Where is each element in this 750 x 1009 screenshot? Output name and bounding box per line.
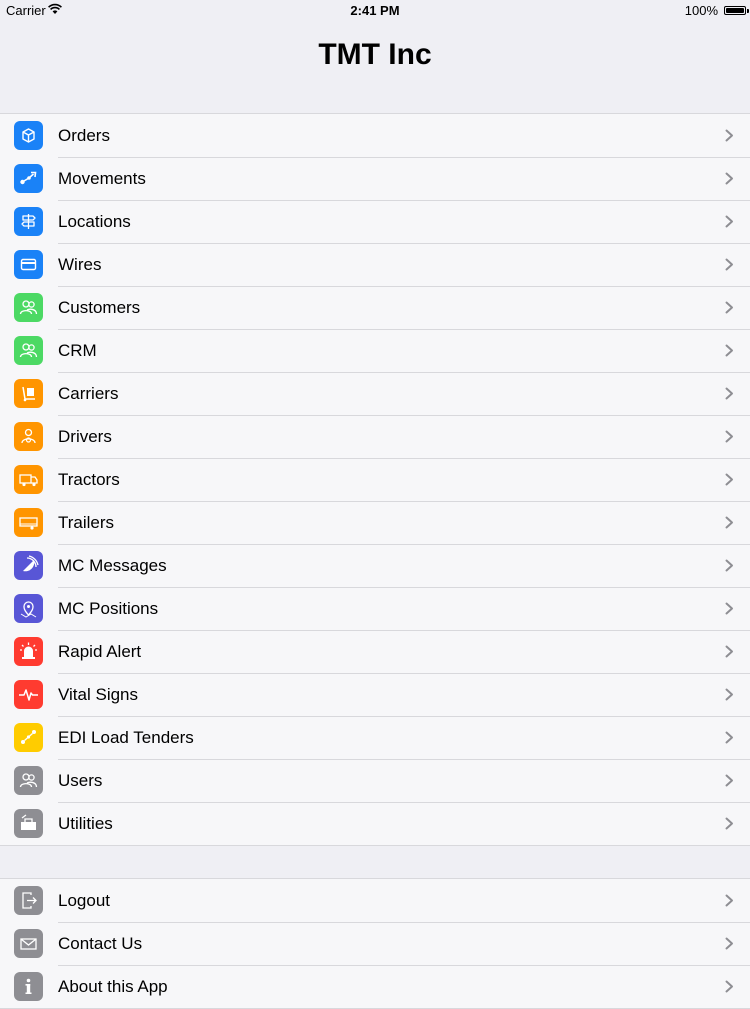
chevron-right-icon (725, 602, 733, 615)
page-title: TMT Inc (318, 38, 432, 71)
chevron-right-icon (725, 387, 733, 400)
chevron-right-icon (725, 301, 733, 314)
menu-row-label: Contact Us (58, 934, 143, 953)
signpost-icon (14, 207, 43, 236)
menu-row-contact-us[interactable]: Contact Us (0, 922, 750, 965)
battery-percent: 100% (684, 3, 718, 18)
battery-tip (747, 9, 749, 13)
menu-row-label: Trailers (58, 513, 115, 532)
chevron-right-icon (725, 980, 733, 993)
envelope-icon (14, 929, 43, 958)
truck-icon (14, 465, 43, 494)
menu-row-label: Logout (58, 891, 110, 910)
card-icon (14, 250, 43, 279)
menu-row-label: Wires (58, 255, 102, 274)
chevron-right-icon (725, 516, 733, 529)
menu-row-label: Tractors (58, 470, 120, 489)
chevron-right-icon (725, 688, 733, 701)
menu-row-label: Drivers (58, 427, 112, 446)
menu-row-about-this-app[interactable]: About this App (0, 965, 750, 1008)
menu-row-label: Carriers (58, 384, 119, 403)
driver-icon (14, 422, 43, 451)
menu-row-label: About this App (58, 977, 168, 996)
menu-row-mc-messages[interactable]: MC Messages (0, 544, 750, 587)
menu-row-edi-load-tenders[interactable]: EDI Load Tenders (0, 716, 750, 759)
chevron-right-icon (725, 129, 733, 142)
satellite-icon (14, 551, 43, 580)
menu-row-label: Customers (58, 298, 141, 317)
chevron-right-icon (725, 172, 733, 185)
chevron-right-icon (725, 559, 733, 572)
navigation-bar: TMT Inc (0, 22, 750, 92)
connect-icon (14, 723, 43, 752)
menu-row-label: Orders (58, 126, 110, 145)
dolly-icon (14, 379, 43, 408)
chevron-right-icon (725, 817, 733, 830)
menu-row-mc-positions[interactable]: MC Positions (0, 587, 750, 630)
pulse-icon (14, 680, 43, 709)
route-icon (14, 164, 43, 193)
menu-row-rapid-alert[interactable]: Rapid Alert (0, 630, 750, 673)
menu-row-crm[interactable]: CRM (0, 329, 750, 372)
menu-row-label: Utilities (58, 814, 113, 833)
toolbox-icon (14, 809, 43, 838)
alarm-icon (14, 637, 43, 666)
logout-icon (14, 886, 43, 915)
main-menu-list: Orders Movements Locations Wires Customers CR… (0, 113, 750, 846)
battery-icon (724, 6, 746, 15)
trailer-icon (14, 508, 43, 537)
people-icon (14, 766, 43, 795)
menu-row-carriers[interactable]: Carriers (0, 372, 750, 415)
menu-row-wires[interactable]: Wires (0, 243, 750, 286)
menu-row-drivers[interactable]: Drivers (0, 415, 750, 458)
menu-row-customers[interactable]: Customers (0, 286, 750, 329)
menu-row-movements[interactable]: Movements (0, 157, 750, 200)
chevron-right-icon (725, 774, 733, 787)
chevron-right-icon (725, 731, 733, 744)
people-icon (14, 293, 43, 322)
menu-row-label: Vital Signs (58, 685, 139, 704)
menu-row-vital-signs[interactable]: Vital Signs (0, 673, 750, 716)
menu-row-label: Locations (58, 212, 131, 231)
chevron-right-icon (725, 894, 733, 907)
chevron-right-icon (725, 430, 733, 443)
menu-row-users[interactable]: Users (0, 759, 750, 802)
menu-row-trailers[interactable]: Trailers (0, 501, 750, 544)
chevron-right-icon (725, 473, 733, 486)
menu-row-orders[interactable]: Orders (0, 114, 750, 157)
chevron-right-icon (725, 645, 733, 658)
map-pin-icon (14, 594, 43, 623)
status-time: 2:41 PM (350, 3, 400, 18)
menu-row-locations[interactable]: Locations (0, 200, 750, 243)
menu-row-label: EDI Load Tenders (58, 728, 194, 747)
chevron-right-icon (725, 258, 733, 271)
chevron-right-icon (725, 937, 733, 950)
chevron-right-icon (725, 215, 733, 228)
footer-menu-list: Logout Contact Us About this App (0, 878, 750, 1009)
menu-row-label: Rapid Alert (58, 642, 142, 661)
menu-row-label: Users (58, 771, 103, 790)
menu-row-logout[interactable]: Logout (0, 879, 750, 922)
menu-row-tractors[interactable]: Tractors (0, 458, 750, 501)
menu-row-utilities[interactable]: Utilities (0, 802, 750, 845)
box-icon (14, 121, 43, 150)
people-icon (14, 336, 43, 365)
status-bar: Carrier 2:41 PM 100% (0, 0, 750, 22)
menu-row-label: Movements (58, 169, 146, 188)
menu-row-label: CRM (58, 341, 97, 360)
chevron-right-icon (725, 344, 733, 357)
info-icon (14, 972, 43, 1001)
menu-row-label: MC Messages (58, 556, 167, 575)
menu-row-label: MC Positions (58, 599, 159, 618)
